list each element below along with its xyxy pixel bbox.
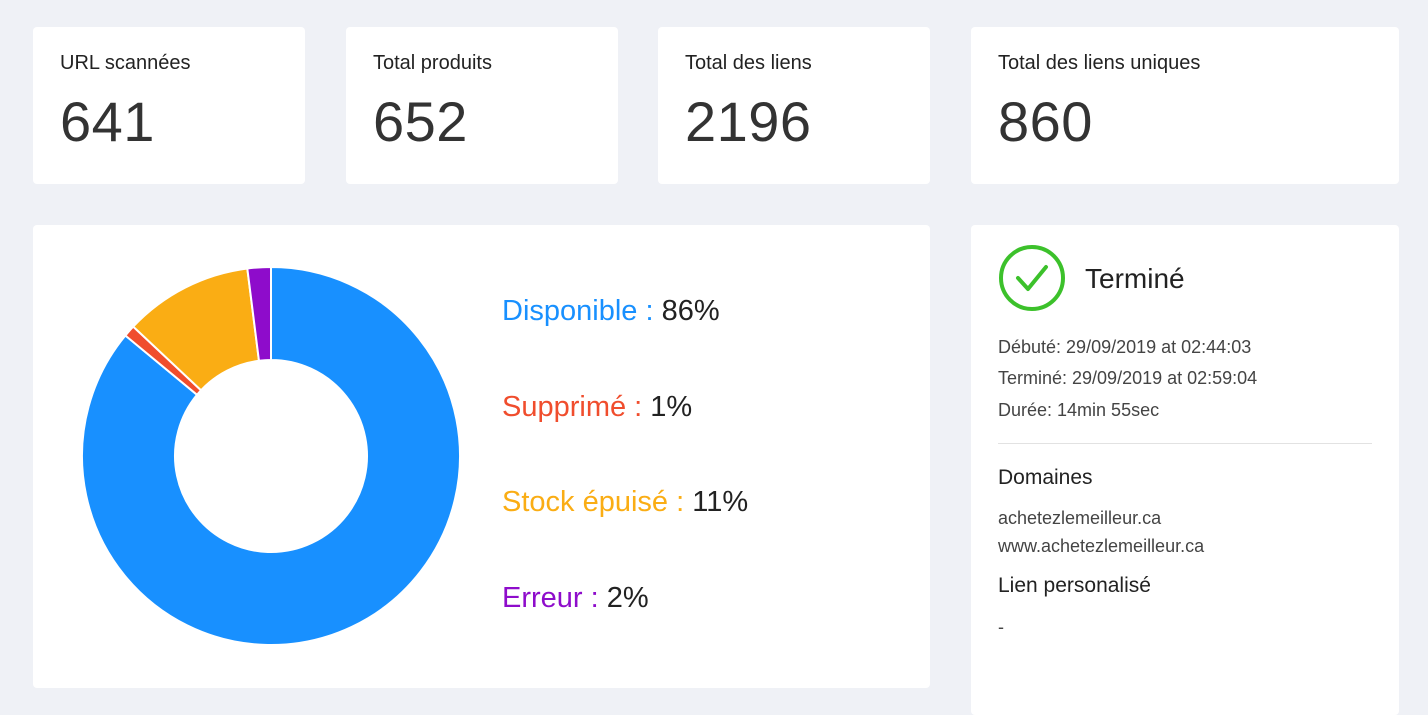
legend-label: Stock épuisé : <box>502 486 685 518</box>
domain-item: achetezlemeilleur.ca <box>998 508 1162 528</box>
legend-item-available: Disponible : 86% <box>502 295 720 328</box>
legend-label: Erreur : <box>502 582 599 614</box>
stat-value: 2196 <box>685 90 812 153</box>
legend-item-error: Erreur : 2% <box>502 582 649 615</box>
domain-item: www.achetezlemeilleur.ca <box>998 536 1205 556</box>
legend-percent: 1% <box>650 391 693 423</box>
legend-label: Disponible : <box>502 295 654 327</box>
stat-label: Total produits <box>373 52 492 74</box>
stat-value: 860 <box>998 90 1093 153</box>
scan-status-card: Terminé Débuté: 29/09/2019 at 02:44:03 T… <box>971 225 1399 715</box>
divider <box>998 443 1372 444</box>
custom-link-value: - <box>998 617 1004 637</box>
stat-card-total-links: Total des liens 2196 <box>658 27 930 184</box>
legend-item-out-of-stock: Stock épuisé : 11% <box>502 486 748 519</box>
stat-label: URL scannées <box>60 52 191 74</box>
stat-card-total-products: Total produits 652 <box>346 27 618 184</box>
stat-card-unique-links: Total des liens uniques 860 <box>971 27 1399 184</box>
status-title: Terminé <box>1085 263 1185 294</box>
legend-percent: 86% <box>661 295 720 327</box>
status-chart-card: Disponible : 86% Supprimé : 1% Stock épu… <box>33 225 930 688</box>
check-circle-icon <box>999 245 1065 311</box>
donut-chart <box>81 265 461 646</box>
finished-time: Terminé: 29/09/2019 at 02:59:04 <box>998 368 1258 388</box>
stat-card-urls-scanned: URL scannées 641 <box>33 27 305 184</box>
legend-item-removed: Supprimé : 1% <box>502 391 692 424</box>
legend-percent: 11% <box>692 486 749 518</box>
stat-label: Total des liens uniques <box>998 52 1201 74</box>
legend-percent: 2% <box>606 582 649 614</box>
custom-link-heading: Lien personalisé <box>998 574 1151 597</box>
duration: Durée: 14min 55sec <box>998 400 1160 420</box>
legend-label: Supprimé : <box>502 391 643 423</box>
stat-value: 652 <box>373 90 468 153</box>
stat-label: Total des liens <box>685 52 812 74</box>
stat-value: 641 <box>60 90 155 153</box>
domains-heading: Domaines <box>998 466 1093 489</box>
started-time: Débuté: 29/09/2019 at 02:44:03 <box>998 337 1252 357</box>
